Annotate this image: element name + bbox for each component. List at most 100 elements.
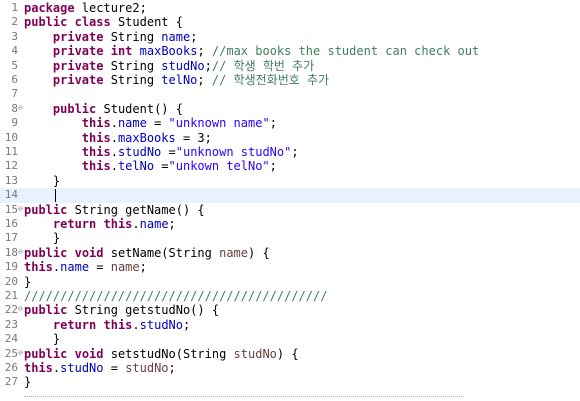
keyword: package: [24, 1, 75, 15]
comment: // 학생 학번 추가: [211, 58, 315, 73]
keyword: this: [103, 217, 133, 231]
code-token: .: [110, 145, 118, 159]
keyword: this: [103, 317, 133, 332]
code-line[interactable]: 19 this.name = name;: [0, 260, 580, 274]
code-text[interactable]: private String studNo;// 학생 학번 추가: [24, 59, 314, 73]
keyword: public: [52, 101, 97, 116]
line-number: 8: [11, 101, 18, 115]
code-text[interactable]: }: [24, 231, 60, 245]
code-text[interactable]: }: [24, 332, 60, 346]
code-editor[interactable]: 1 package lecture2; 2 public class Student …: [0, 0, 580, 401]
line-number: 19: [4, 260, 18, 274]
keyword: private: [52, 44, 104, 59]
code-line[interactable]: 20}: [0, 275, 580, 289]
keyword: void: [74, 346, 104, 361]
code-line[interactable]: 12 this.telNo ="unkown telNo";: [0, 159, 580, 173]
field-name: studNo: [60, 361, 104, 375]
comment: // 학생전화번호 추가: [211, 73, 330, 87]
code-text[interactable]: public class Student {: [24, 15, 183, 29]
parameter: name: [219, 245, 248, 260]
code-text[interactable]: }: [24, 275, 31, 289]
code-line[interactable]: 26 this.studNo = studNo;: [0, 361, 580, 375]
code-text[interactable]: this.maxBooks = 3;: [24, 131, 212, 145]
keyword: int: [110, 44, 133, 59]
code-text[interactable]: return this.name;: [24, 217, 176, 231]
keyword: public: [24, 245, 68, 260]
code-text[interactable]: }: [24, 375, 31, 389]
code-line[interactable]: 10 this.maxBooks = 3;: [0, 131, 580, 145]
code-text[interactable]: public void setName(String name) {: [24, 246, 270, 260]
code-line[interactable]: 23 return this.studNo;: [0, 318, 580, 332]
code-text[interactable]: package lecture2;: [24, 1, 147, 15]
code-line[interactable]: 11 this.studNo ="unknown studNo";: [0, 145, 580, 159]
code-line[interactable]: 13 }: [0, 174, 580, 188]
code-line[interactable]: 1 package lecture2;: [0, 1, 580, 15]
line-number: 14: [4, 188, 18, 202]
line-number: 21: [4, 289, 18, 302]
keyword: this: [24, 260, 53, 275]
keyword: this: [81, 145, 111, 159]
line-number: 6: [11, 73, 18, 86]
code-line[interactable]: 24 }: [0, 332, 580, 346]
code-text[interactable]: return this.studNo;: [24, 318, 190, 332]
code-line[interactable]: 18 ⊖ public void setName(String name) {: [0, 246, 580, 260]
code-line[interactable]: 22 ⊖ public String getstudNo() {: [0, 303, 580, 317]
keyword: public: [24, 346, 68, 361]
code-line[interactable]: 5 private String studNo;// 학생 학번 추가: [0, 59, 580, 73]
comment: //max books the student can check out: [211, 44, 480, 59]
code-text[interactable]: this.name = "unknown name";: [24, 116, 277, 130]
code-line[interactable]: 3 private String name;: [0, 30, 580, 44]
code-token: .: [132, 317, 140, 332]
code-text[interactable]: public void setstudNo(String studNo) {: [24, 347, 299, 361]
code-line[interactable]: 4 private int maxBooks; //max books the …: [0, 44, 580, 58]
code-token: }: [24, 375, 32, 390]
code-text[interactable]: ////////////////////////////////////////…: [24, 289, 327, 303]
code-line[interactable]: 2 public class Student {: [0, 15, 580, 29]
keyword: this: [81, 130, 111, 145]
code-line[interactable]: 15 ⊖ public String getName() {: [0, 203, 580, 217]
line-number: 4: [11, 44, 18, 58]
code-text[interactable]: public String getstudNo() {: [24, 303, 219, 317]
code-token: ;: [204, 58, 212, 73]
code-line[interactable]: 9 this.name = "unknown name";: [0, 116, 580, 130]
code-line[interactable]: 7: [0, 87, 580, 101]
code-text[interactable]: public Student() {: [24, 102, 183, 116]
code-text[interactable]: public String getName() {: [24, 203, 205, 217]
code-token: String getName() {: [67, 202, 205, 217]
code-text[interactable]: private String name;: [24, 29, 198, 44]
code-line[interactable]: 16 return this.name;: [0, 217, 580, 231]
code-text[interactable]: private String telNo; // 학생전화번호 추가: [24, 73, 329, 87]
code-line[interactable]: 21 //////////////////////////////////////…: [0, 289, 580, 303]
keyword: private: [52, 73, 104, 87]
code-line[interactable]: 17 }: [0, 231, 580, 245]
code-text[interactable]: }: [24, 174, 60, 188]
code-text[interactable]: this.studNo ="unknown studNo";: [24, 145, 299, 159]
code-token: }: [24, 274, 32, 289]
code-token: }: [24, 173, 61, 188]
code-line[interactable]: 14: [0, 188, 580, 203]
code-line[interactable]: 27}: [0, 375, 580, 389]
code-token: .: [132, 217, 140, 231]
code-token: =: [161, 145, 176, 159]
code-text[interactable]: private int maxBooks; //max books the st…: [24, 44, 479, 58]
parameter: studNo: [125, 361, 169, 375]
text-caret: [55, 189, 56, 203]
line-number: 13: [4, 173, 18, 187]
code-text[interactable]: this.telNo ="unkown telNo";: [24, 159, 277, 173]
code-text[interactable]: this.studNo = studNo;: [24, 361, 176, 375]
keyword: private: [52, 58, 104, 73]
code-line[interactable]: 25 ⊖ public void setstudNo(String studNo) …: [0, 347, 580, 361]
code-line[interactable]: 6 private String telNo; // 학생전화번호 추가: [0, 73, 580, 87]
code-line[interactable]: 8 ⊖ public Student() {: [0, 102, 580, 116]
field-name: name: [161, 29, 191, 44]
field-name: name: [117, 116, 147, 131]
code-token: Student {: [110, 15, 183, 30]
code-text[interactable]: this.name = name;: [24, 260, 147, 274]
